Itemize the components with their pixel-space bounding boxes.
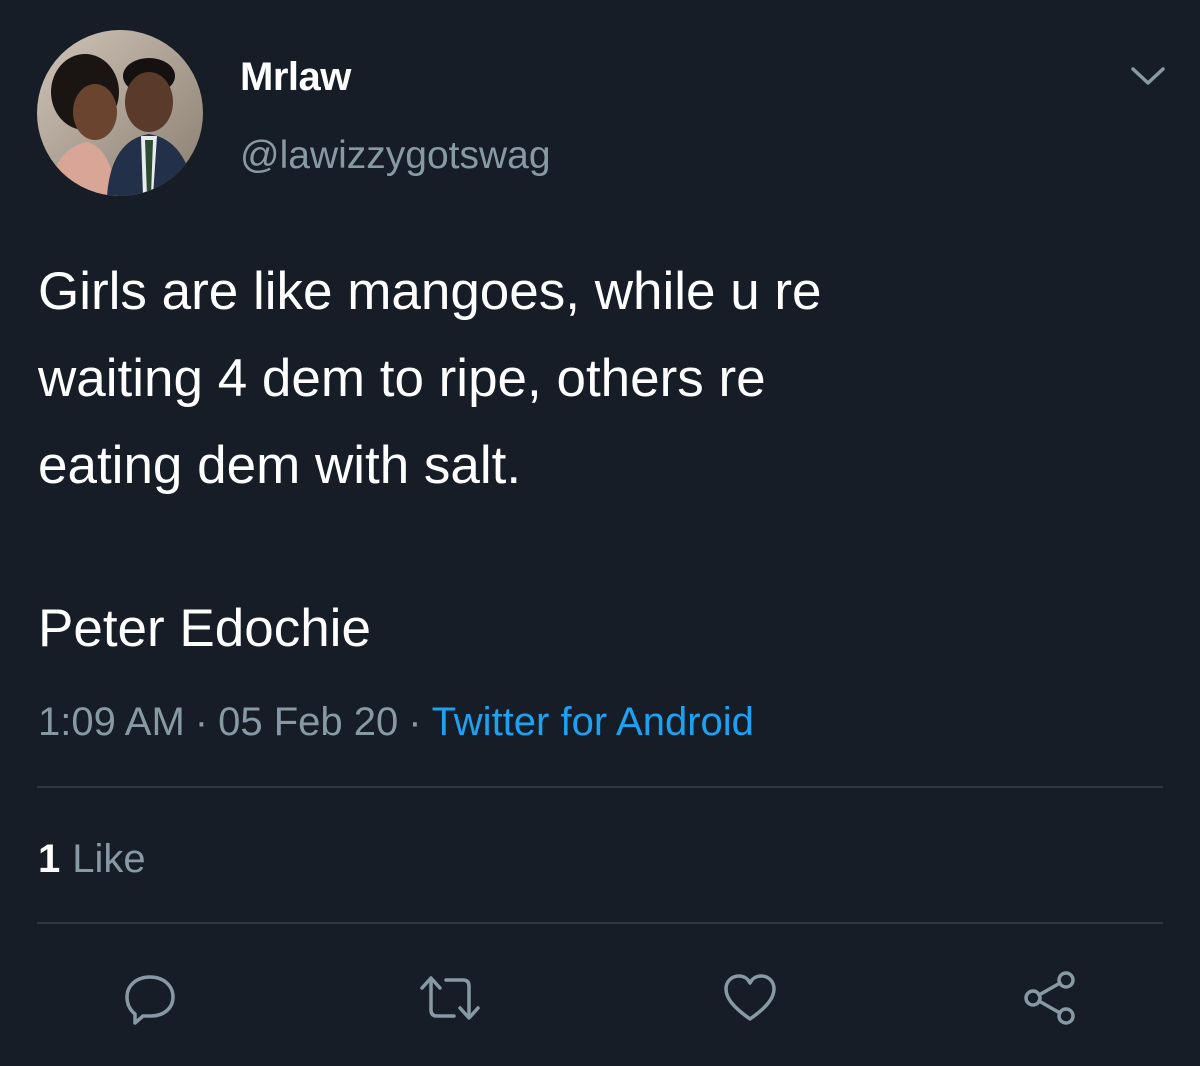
meta-separator: · [408, 700, 422, 744]
share-icon [1024, 971, 1075, 1025]
tweet-signature: Peter Edochie [38, 599, 371, 658]
avatar[interactable] [37, 30, 203, 196]
tweet-date: 05 Feb 20 [218, 700, 399, 744]
likes-count: 1 [38, 837, 61, 881]
tweet-time: 1:09 AM [38, 700, 185, 744]
reply-button[interactable] [118, 966, 182, 1030]
divider [37, 786, 1163, 788]
reply-icon [125, 975, 175, 1025]
divider [37, 922, 1163, 924]
likes-count-link[interactable]: 1 Like [38, 836, 146, 882]
heart-icon [724, 974, 776, 1021]
retweet-button[interactable] [418, 966, 482, 1030]
tweet-line: waiting 4 dem to ripe, others re [38, 349, 766, 408]
likes-label: Like [72, 837, 146, 881]
tweet-line: Girls are like mangoes, while u re [38, 262, 822, 321]
tweet-source-link[interactable]: Twitter for Android [432, 700, 754, 744]
user-handle[interactable]: @lawizzygotswag [240, 133, 551, 179]
avatar-photo [37, 30, 203, 196]
like-button[interactable] [718, 966, 782, 1030]
chevron-down-icon [1131, 67, 1165, 85]
tweet-meta: 1:09 AM · 05 Feb 20 · Twitter for Android [38, 698, 754, 746]
retweet-icon [420, 976, 480, 1020]
display-name[interactable]: Mrlaw [240, 54, 351, 100]
tweet-text: Girls are like mangoes, while u re waiti… [38, 248, 1148, 509]
share-button[interactable] [1018, 966, 1082, 1030]
meta-separator: · [194, 700, 209, 744]
tweet-line: eating dem with salt. [38, 436, 522, 495]
more-options-button[interactable] [1124, 56, 1172, 96]
